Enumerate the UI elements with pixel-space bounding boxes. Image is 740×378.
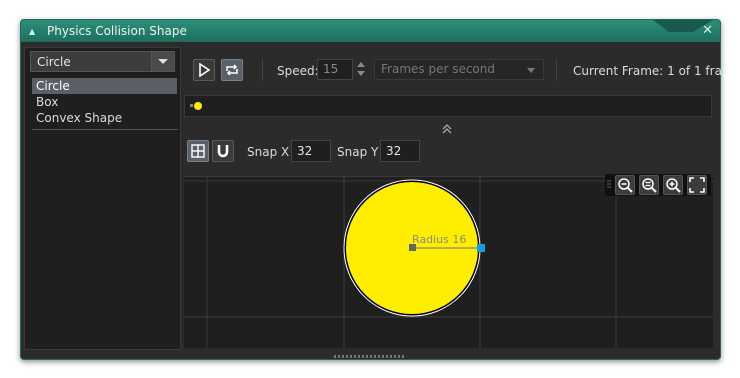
- grid-icon: [191, 144, 205, 158]
- resize-grip[interactable]: [334, 355, 406, 358]
- collapse-up-icon[interactable]: [442, 124, 452, 134]
- physics-collision-shape-window: ▲ Physics Collision Shape ✕ Circle Circl…: [20, 19, 722, 360]
- zoom-out-button[interactable]: [615, 175, 635, 195]
- close-button[interactable]: ✕: [702, 23, 713, 38]
- window-title: Physics Collision Shape: [47, 24, 187, 38]
- speed-stepper[interactable]: [356, 59, 367, 80]
- collision-canvas-drawing[interactable]: Radius 16: [184, 177, 713, 348]
- shape-type-selected: Circle: [37, 55, 71, 69]
- title-bar[interactable]: ▲ Physics Collision Shape ✕: [21, 20, 720, 42]
- play-button[interactable]: [193, 59, 215, 81]
- loop-button[interactable]: [221, 59, 243, 81]
- radius-label: Radius 16: [412, 233, 466, 246]
- speed-unit-dropdown[interactable]: Frames per second: [374, 59, 544, 80]
- shape-option-box[interactable]: Box: [32, 94, 177, 110]
- snap-to-grid-button[interactable]: [212, 140, 234, 162]
- zoom-reset-icon: [642, 178, 657, 193]
- chevron-up-icon[interactable]: [357, 62, 365, 67]
- toolbar-divider: [556, 59, 557, 81]
- drag-handle-icon[interactable]: [607, 180, 611, 190]
- list-divider: [32, 129, 178, 130]
- titlebar-notch-decoration: [629, 20, 713, 32]
- shape-options-list: Circle Box Convex Shape: [32, 78, 177, 126]
- chevron-down-icon[interactable]: [527, 68, 535, 73]
- snap-y-label: Snap Y: [337, 145, 379, 159]
- zoom-out-icon: [618, 178, 633, 193]
- zoom-reset-button[interactable]: [639, 175, 659, 195]
- collision-canvas[interactable]: Radius 16: [184, 176, 713, 348]
- radius-handle[interactable]: [477, 244, 485, 252]
- frame-thumbnail[interactable]: [190, 101, 202, 111]
- play-icon: [199, 63, 211, 77]
- chevron-down-icon[interactable]: [357, 71, 365, 76]
- zoom-controls: [605, 174, 711, 196]
- shape-type-dropdown[interactable]: Circle: [30, 51, 175, 72]
- speed-unit-value: Frames per second: [381, 62, 495, 76]
- shape-sidebar: Circle Circle Box Convex Shape: [24, 47, 181, 350]
- snap-x-label: Snap X: [247, 145, 290, 159]
- frame-strip[interactable]: [184, 95, 712, 117]
- show-grid-button[interactable]: [187, 140, 209, 162]
- snap-y-input[interactable]: 32: [380, 140, 420, 162]
- loop-icon: [226, 64, 238, 76]
- speed-label: Speed:: [277, 64, 319, 78]
- shape-option-circle[interactable]: Circle: [32, 78, 177, 94]
- snap-x-input[interactable]: 32: [291, 140, 331, 162]
- playback-toolbar: Speed: 15 Frames per second Current Fram…: [184, 56, 722, 84]
- fit-to-screen-button[interactable]: [687, 175, 707, 195]
- snap-toolbar: Snap X 32 Snap Y 32: [184, 138, 544, 164]
- fit-to-screen-icon: [689, 177, 705, 193]
- shape-option-convex-shape[interactable]: Convex Shape: [32, 110, 177, 126]
- collapse-triangle-icon[interactable]: ▲: [29, 27, 35, 36]
- chevron-down-icon[interactable]: [151, 52, 174, 71]
- zoom-in-button[interactable]: [663, 175, 683, 195]
- current-frame-label: Current Frame: 1 of 1 fra: [573, 64, 722, 78]
- speed-input[interactable]: 15: [317, 59, 353, 80]
- toolbar-divider: [262, 59, 263, 81]
- zoom-in-icon: [666, 178, 681, 193]
- magnet-icon: [217, 145, 229, 158]
